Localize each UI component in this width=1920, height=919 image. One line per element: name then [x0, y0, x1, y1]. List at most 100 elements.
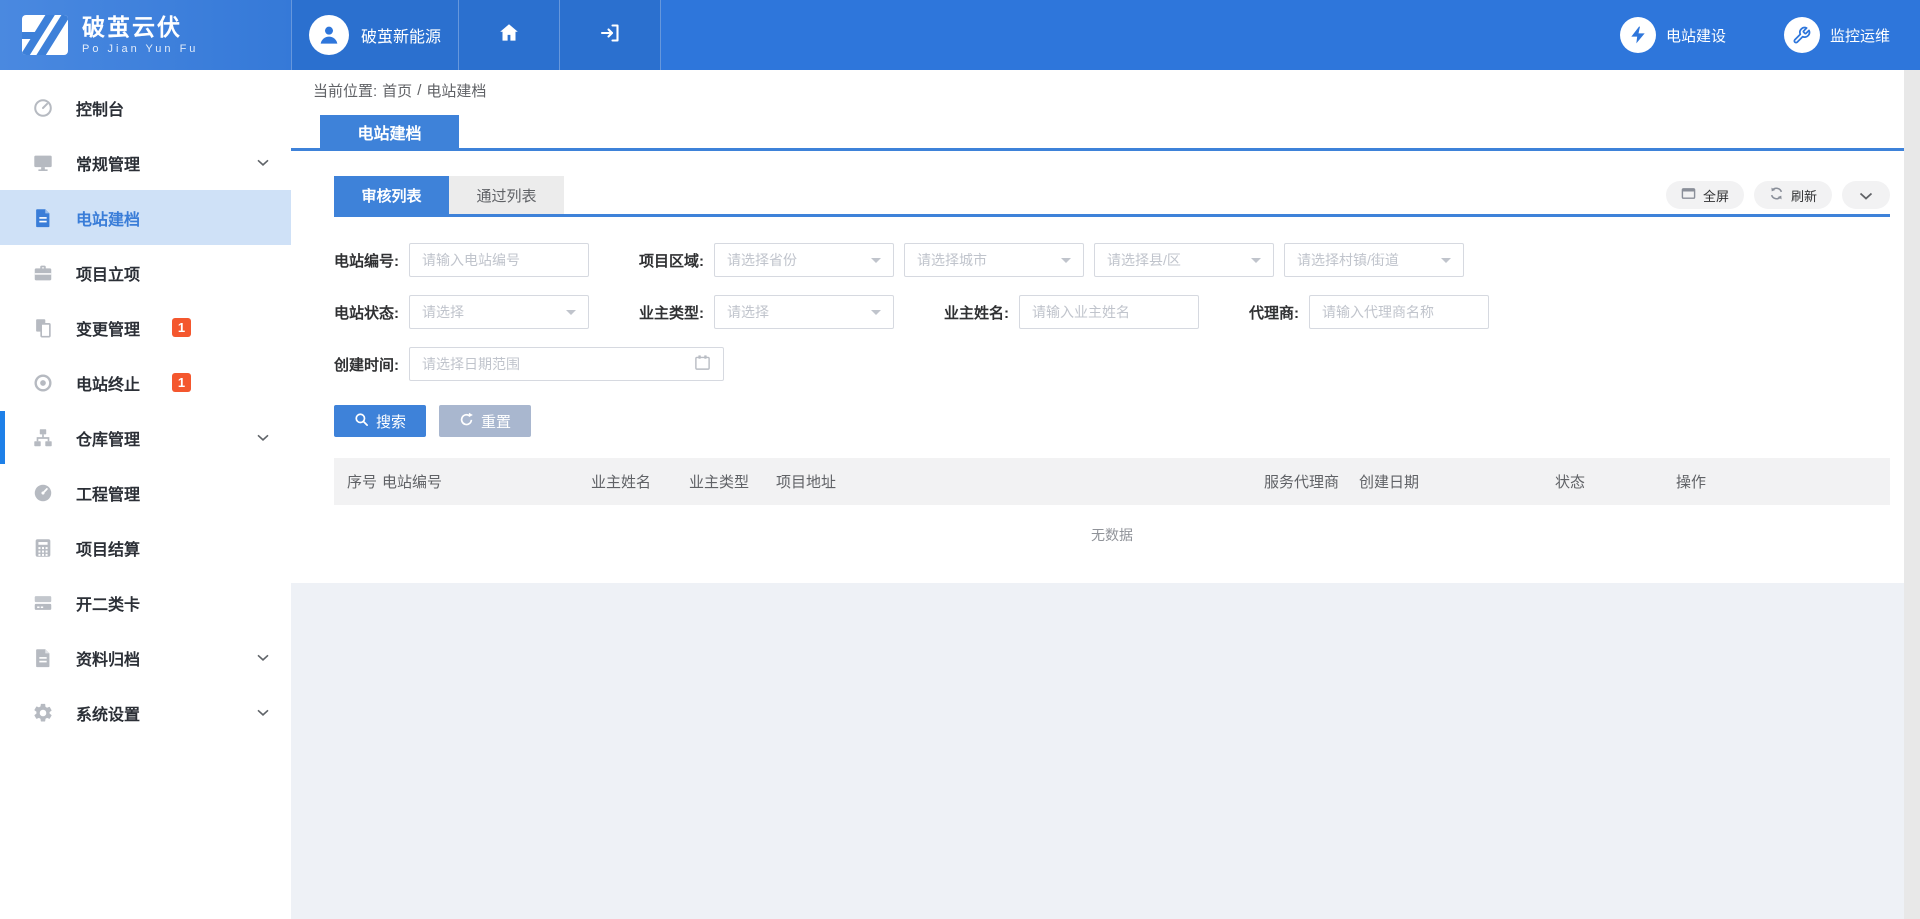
- gauge-icon: [31, 481, 54, 504]
- sidebar-item-label: 变更管理: [76, 316, 140, 340]
- col-status: 状态: [1555, 471, 1676, 492]
- sidebar-item-system-settings[interactable]: 系统设置: [0, 685, 291, 740]
- nav-monitor-ops-label: 监控运维: [1830, 25, 1890, 46]
- nav-station-build-label: 电站建设: [1666, 25, 1726, 46]
- tab-approved-list[interactable]: 通过列表: [449, 176, 564, 214]
- collapse-button[interactable]: [1842, 181, 1890, 209]
- nav-station-build[interactable]: 电站建设: [1620, 17, 1726, 53]
- reset-button[interactable]: 重置: [439, 405, 531, 437]
- sidebar-item-console[interactable]: 控制台: [0, 80, 291, 135]
- reset-icon: [459, 412, 474, 431]
- brand-name: 破茧云伏: [82, 15, 198, 40]
- sidebar-item-project-initiation[interactable]: 项目立项: [0, 245, 291, 300]
- login-arrow-icon: [598, 21, 622, 50]
- nav-monitor-ops[interactable]: 监控运维: [1784, 17, 1890, 53]
- sidebar-item-change-mgmt[interactable]: 变更管理 1: [0, 300, 291, 355]
- county-select-value: 请选择县/区: [1107, 250, 1181, 270]
- fullscreen-button[interactable]: 全屏: [1666, 181, 1744, 209]
- province-select-value: 请选择省份: [727, 250, 797, 270]
- tab-review-list[interactable]: 审核列表: [334, 176, 449, 214]
- document-icon: [31, 206, 54, 229]
- town-select[interactable]: 请选择村镇/街道: [1284, 243, 1464, 277]
- header-spacer: [661, 0, 1620, 70]
- caret-down-icon: [1251, 258, 1261, 268]
- page-tab-bar: 电站建档: [291, 110, 1920, 151]
- breadcrumb: 当前位置: 首页 / 电站建档: [291, 70, 1920, 110]
- fullscreen-icon: [1681, 186, 1696, 204]
- reset-button-label: 重置: [481, 411, 511, 432]
- col-address: 项目地址: [776, 471, 1264, 492]
- date-range-picker[interactable]: 请选择日期范围: [409, 347, 724, 381]
- header-right-nav: 电站建设 监控运维: [1620, 0, 1920, 70]
- chevron-down-icon: [257, 154, 269, 172]
- sidebar-item-label: 电站建档: [76, 206, 140, 230]
- sidebar-item-engineering-mgmt[interactable]: 工程管理: [0, 465, 291, 520]
- company-name: 破茧新能源: [361, 23, 441, 47]
- city-select-value: 请选择城市: [917, 250, 987, 270]
- home-icon: [497, 21, 521, 50]
- owner-type-label: 业主类型:: [639, 302, 704, 323]
- sidebar-item-station-filing[interactable]: 电站建档: [0, 190, 291, 245]
- region-label: 项目区域:: [639, 250, 704, 271]
- sidebar-item-label: 项目立项: [76, 261, 140, 285]
- brand-text: 破茧云伏 Po Jian Yun Fu: [82, 15, 198, 55]
- logout-button[interactable]: [560, 0, 661, 70]
- sidebar-item-label: 资料归档: [76, 646, 140, 670]
- town-select-value: 请选择村镇/街道: [1297, 250, 1399, 270]
- caret-down-icon: [871, 258, 881, 268]
- lightning-icon: [1620, 17, 1656, 53]
- chevron-down-icon: [257, 649, 269, 667]
- sidebar-item-warehouse-mgmt[interactable]: 仓库管理: [0, 410, 291, 465]
- sidebar-item-open-type2-card[interactable]: 开二类卡: [0, 575, 291, 630]
- owner-name-input[interactable]: [1019, 295, 1199, 329]
- agent-input[interactable]: [1309, 295, 1489, 329]
- refresh-label: 刷新: [1791, 186, 1817, 205]
- gear-icon: [31, 701, 54, 724]
- sidebar-item-data-archive[interactable]: 资料归档: [0, 630, 291, 685]
- breadcrumb-current: 电站建档: [426, 80, 486, 101]
- sidebar-item-label: 工程管理: [76, 481, 140, 505]
- owner-type-select[interactable]: 请选择: [714, 295, 894, 329]
- card-icon: [31, 591, 54, 614]
- sidebar-item-station-termination[interactable]: 电站终止 1: [0, 355, 291, 410]
- breadcrumb-separator: /: [417, 82, 421, 99]
- refresh-icon: [1769, 186, 1784, 204]
- avatar-icon: [309, 15, 349, 55]
- app: 破茧云伏 Po Jian Yun Fu 破茧新能源: [0, 0, 1920, 919]
- station-status-select[interactable]: 请选择: [409, 295, 589, 329]
- panel-toolbar: 全屏 刷新: [1666, 181, 1890, 214]
- page-tab-station-filing[interactable]: 电站建档: [320, 115, 459, 148]
- results-table: 序号 电站编号 业主姓名 业主类型 项目地址 服务代理商 创建日期 状态 操作 …: [334, 458, 1890, 565]
- col-owner-type: 业主类型: [689, 471, 776, 492]
- monitor-icon: [31, 151, 54, 174]
- date-range-value: 请选择日期范围: [422, 354, 520, 374]
- home-button[interactable]: [459, 0, 560, 70]
- county-select[interactable]: 请选择县/区: [1094, 243, 1274, 277]
- content-panel: 审核列表 通过列表 全屏 刷新: [334, 176, 1890, 565]
- city-select[interactable]: 请选择城市: [904, 243, 1084, 277]
- province-select[interactable]: 请选择省份: [714, 243, 894, 277]
- archive-icon: [31, 646, 54, 669]
- station-status-label: 电站状态:: [334, 302, 399, 323]
- refresh-button[interactable]: 刷新: [1754, 181, 1832, 209]
- sitemap-icon: [31, 426, 54, 449]
- sidebar-item-general-mgmt[interactable]: 常规管理: [0, 135, 291, 190]
- scrollbar[interactable]: [1904, 70, 1920, 919]
- sidebar: 控制台 常规管理 电站建档 项目立项: [0, 70, 291, 919]
- agent-label: 代理商:: [1249, 302, 1299, 323]
- sidebar-item-label: 常规管理: [76, 151, 140, 175]
- sidebar-item-label: 项目结算: [76, 536, 140, 560]
- list-tabs: 审核列表 通过列表: [334, 176, 564, 214]
- calculator-icon: [31, 536, 54, 559]
- calendar-icon: [694, 354, 711, 374]
- sidebar-item-project-settlement[interactable]: 项目结算: [0, 520, 291, 575]
- chevron-down-icon: [257, 429, 269, 447]
- user-menu[interactable]: 破茧新能源: [291, 0, 459, 70]
- filter-form: 电站编号: 项目区域: 请选择省份 请选择城市: [334, 217, 1890, 381]
- table-header-row: 序号 电站编号 业主姓名 业主类型 项目地址 服务代理商 创建日期 状态 操作: [334, 458, 1890, 505]
- sidebar-item-label: 仓库管理: [76, 426, 140, 450]
- col-agent: 服务代理商: [1264, 471, 1359, 492]
- breadcrumb-home-link[interactable]: 首页: [382, 80, 412, 101]
- search-button[interactable]: 搜索: [334, 405, 426, 437]
- station-no-input[interactable]: [409, 243, 589, 277]
